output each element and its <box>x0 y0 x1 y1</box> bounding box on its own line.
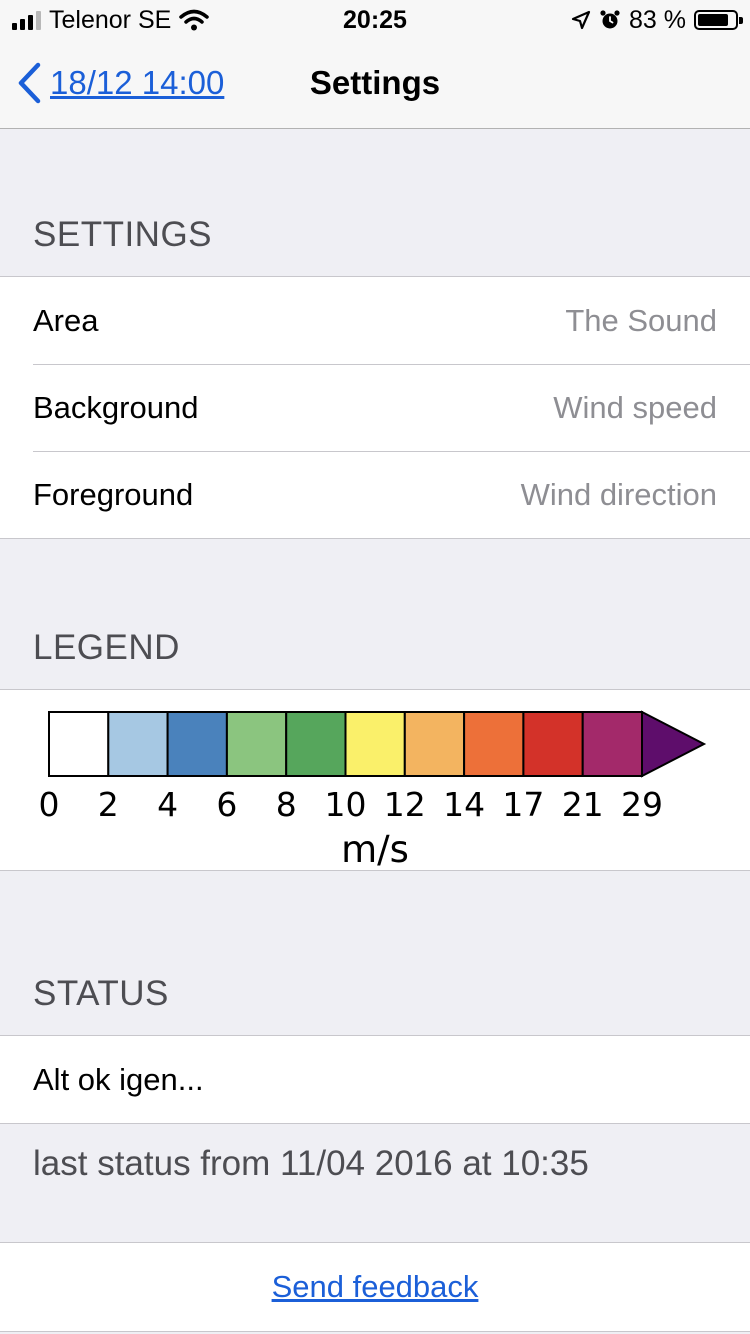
battery-icon <box>694 10 743 30</box>
area-row[interactable]: Area The Sound <box>0 277 750 364</box>
legend-swatch-2 <box>166 711 228 777</box>
legend-tick-label: 6 <box>216 785 237 824</box>
chevron-left-icon <box>18 62 41 104</box>
background-label: Background <box>33 390 199 425</box>
background-row[interactable]: Background Wind speed <box>0 364 750 451</box>
foreground-value: Wind direction <box>520 477 717 512</box>
legend-tick-label: 2 <box>98 785 119 824</box>
navigation-bar: 18/12 14:00 Settings <box>0 40 750 129</box>
legend-swatch-1 <box>107 711 169 777</box>
legend-group: 0 2 4 6 8 10 12 14 17 21 29 m/s <box>0 689 750 871</box>
background-value: Wind speed <box>553 390 717 425</box>
area-label: Area <box>33 303 99 338</box>
legend-tick-label: 0 <box>39 785 60 824</box>
legend-tick-label: 12 <box>384 785 426 824</box>
legend-tick-label: 4 <box>157 785 178 824</box>
location-arrow-icon <box>571 10 591 30</box>
legend-swatch-8 <box>522 711 584 777</box>
battery-percentage: 83 % <box>629 5 686 34</box>
wind-speed-legend: 0 2 4 6 8 10 12 14 17 21 29 m/s <box>39 710 707 870</box>
send-feedback-link[interactable]: Send feedback <box>0 1269 750 1305</box>
status-group: Alt ok igen... <box>0 1035 750 1124</box>
legend-swatch-4 <box>285 711 347 777</box>
legend-tick-label: 8 <box>276 785 297 824</box>
feedback-group: Send feedback <box>0 1242 750 1332</box>
status-bar: Telenor SE 20:25 83 % <box>0 0 750 40</box>
legend-tick-label: 10 <box>325 785 367 824</box>
legend-section-header: LEGEND <box>33 628 180 667</box>
status-bar-right: 83 % <box>571 5 743 34</box>
legend-tick-label: 21 <box>562 785 604 824</box>
foreground-label: Foreground <box>33 477 194 512</box>
legend-swatch-5 <box>344 711 406 777</box>
alarm-clock-icon <box>600 10 620 29</box>
legend-swatch-overflow-arrow <box>641 710 707 778</box>
legend-swatch-7 <box>463 711 525 777</box>
back-button-label: 18/12 14:00 <box>50 64 225 101</box>
legend-tick-label: 29 <box>621 785 663 824</box>
status-section-header: STATUS <box>33 974 169 1013</box>
status-row: Alt ok igen... <box>0 1036 750 1123</box>
settings-section-header: SETTINGS <box>33 215 213 254</box>
legend-swatch-3 <box>225 711 288 777</box>
foreground-row[interactable]: Foreground Wind direction <box>0 451 750 538</box>
back-button[interactable]: 18/12 14:00 <box>16 62 224 104</box>
area-value: The Sound <box>565 303 717 338</box>
legend-unit-label: m/s <box>341 828 409 870</box>
settings-group: Area The Sound Background Wind speed For… <box>0 276 750 539</box>
legend-tick-label: 17 <box>502 785 544 824</box>
legend-swatch-0 <box>48 711 110 777</box>
last-status-text: last status from 11/04 2016 at 10:35 <box>33 1144 589 1183</box>
legend-swatch-6 <box>403 711 466 777</box>
status-text: Alt ok igen... <box>33 1062 204 1097</box>
legend-tick-label: 14 <box>443 785 485 824</box>
legend-swatch-9 <box>581 711 644 777</box>
